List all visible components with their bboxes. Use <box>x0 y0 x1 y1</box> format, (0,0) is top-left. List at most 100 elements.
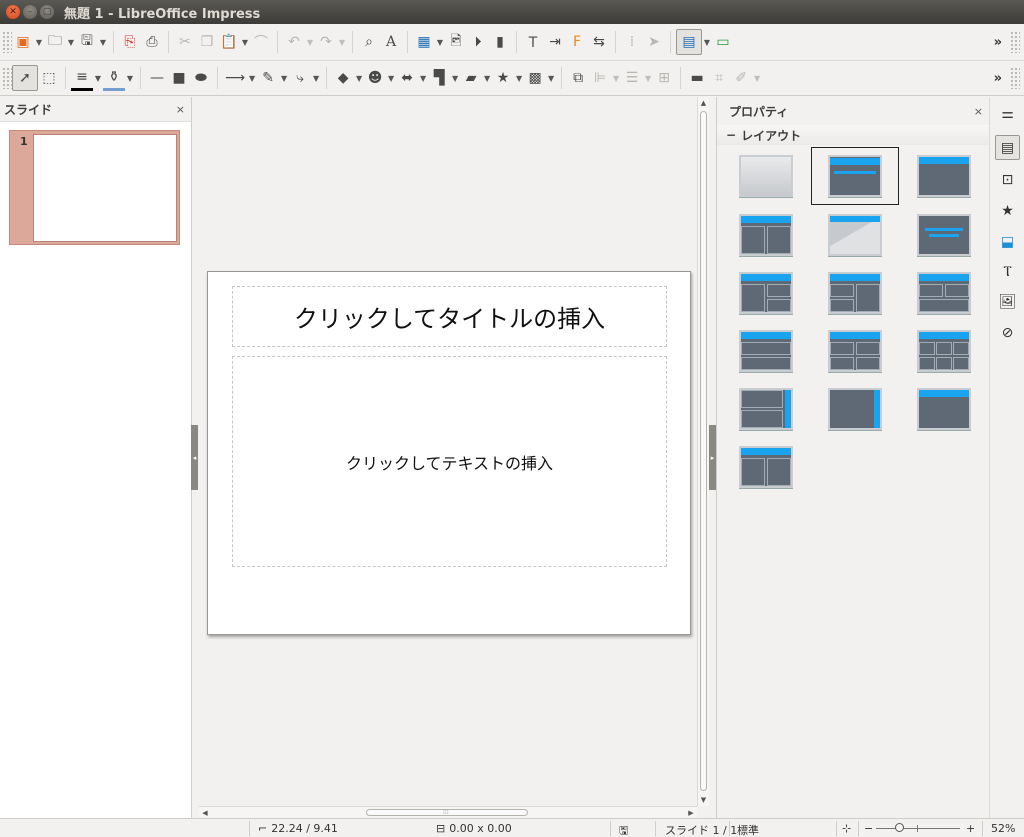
callouts-icon[interactable]: ▰ <box>460 65 482 91</box>
slideshow-icon[interactable]: ▣ <box>12 29 34 55</box>
layout-title-only-centered[interactable] <box>900 206 988 264</box>
redo-dropdown[interactable]: ▼ <box>337 29 347 55</box>
layout-vertical-title-text[interactable] <box>722 380 810 438</box>
layout-title-2-content-content[interactable] <box>811 264 899 322</box>
zoom-slider-knob[interactable] <box>895 823 904 832</box>
helplines-icon[interactable]: ➤ <box>643 29 665 55</box>
right-pane-splitter[interactable]: ▸ <box>709 425 716 490</box>
animation-tab-icon[interactable]: ★ <box>995 198 1020 223</box>
find-replace-icon[interactable]: ⌕ <box>358 29 380 55</box>
curve-dropdown[interactable]: ▼ <box>279 65 289 91</box>
ellipse-icon[interactable]: ⬬ <box>190 65 212 91</box>
copy-icon[interactable]: ❐ <box>196 29 218 55</box>
display-views-dropdown[interactable]: ▼ <box>702 29 712 55</box>
align-dropdown[interactable]: ▼ <box>611 65 621 91</box>
window-close-button[interactable]: ✕ <box>6 5 20 19</box>
fill-color-icon[interactable]: ⚱ <box>103 65 125 91</box>
title-placeholder[interactable]: クリックしてタイトルの挿入 <box>232 286 667 347</box>
chart-icon[interactable]: ▮ <box>489 29 511 55</box>
master-slide-icon[interactable]: ▭ <box>712 29 734 55</box>
layout-vertical-title[interactable] <box>900 380 988 438</box>
fit-slide-icon[interactable]: ⊹ <box>842 822 851 835</box>
layout-section-header[interactable]: − レイアウト <box>717 125 989 145</box>
basic-shapes-icon[interactable]: ◆ <box>332 65 354 91</box>
zoom-level[interactable]: 52% <box>991 822 1015 835</box>
master-layout-name[interactable]: 標準 <box>737 822 759 837</box>
media-icon[interactable]: ⏵ <box>467 29 489 55</box>
layout-vertical-title-2-content[interactable] <box>722 438 810 496</box>
fontwork-icon[interactable]: Ϝ <box>566 29 588 55</box>
layout-vertical-title-text-chart[interactable] <box>811 380 899 438</box>
paste-dropdown[interactable]: ▼ <box>240 29 250 55</box>
collapse-icon[interactable]: − <box>726 128 736 142</box>
toolbar2-grip-end[interactable] <box>1010 67 1020 89</box>
block-arrows-icon[interactable]: ⬌ <box>396 65 418 91</box>
crop-icon[interactable]: ⌗ <box>708 65 730 91</box>
toolbar-grip-end[interactable] <box>1010 31 1020 53</box>
layout-title-only[interactable] <box>900 147 988 205</box>
slide-thumbnail-selected[interactable]: 1 <box>9 130 180 245</box>
connector-icon[interactable]: ⤷ <box>289 65 311 91</box>
zoom-out-button[interactable]: − <box>864 822 873 835</box>
slides-pane-close-icon[interactable]: × <box>176 103 185 116</box>
textbox-icon[interactable]: Ｔ <box>522 29 544 55</box>
layout-title-2-content-over-content[interactable] <box>900 264 988 322</box>
table-dropdown[interactable]: ▼ <box>435 29 445 55</box>
content-placeholder[interactable]: クリックしてテキストの挿入 <box>232 356 667 567</box>
arrange-dropdown[interactable]: ▼ <box>643 65 653 91</box>
navigator-tab-icon[interactable]: ⊘ <box>995 320 1020 345</box>
undo-icon[interactable]: ↶ <box>283 29 305 55</box>
layout-centered-text[interactable] <box>811 206 899 264</box>
stars-dropdown[interactable]: ▼ <box>514 65 524 91</box>
master-slides-tab-icon[interactable]: ⬓ <box>995 229 1020 254</box>
scroll-right-icon[interactable]: ▶ <box>685 807 697 818</box>
layout-title-content[interactable] <box>811 147 899 205</box>
zoom-in-button[interactable]: + <box>966 822 975 835</box>
toolbar-grip[interactable] <box>2 31 12 53</box>
vertical-scrollbar[interactable]: ▲ ▼ <box>697 97 709 806</box>
layout-title-6-content[interactable] <box>900 322 988 380</box>
open-icon[interactable]: 🗀 <box>44 29 66 55</box>
sidebar-menu-icon[interactable]: ⚌ <box>995 101 1020 126</box>
document-modified-icon[interactable]: 🖫 <box>619 822 628 837</box>
arrow-line-icon[interactable]: ⟶ <box>223 65 247 91</box>
distribute-icon[interactable]: ⊞ <box>653 65 675 91</box>
scroll-left-icon[interactable]: ◀ <box>199 807 211 818</box>
basic-shapes-dropdown[interactable]: ▼ <box>354 65 364 91</box>
save-dropdown[interactable]: ▼ <box>98 29 108 55</box>
layout-title-content-over-content[interactable] <box>722 322 810 380</box>
print-icon[interactable]: ⎙ <box>141 29 163 55</box>
cut-icon[interactable]: ✂ <box>174 29 196 55</box>
image-icon[interactable]: 🖻 <box>445 29 467 55</box>
properties-close-icon[interactable]: × <box>974 105 983 118</box>
arrow-line-dropdown[interactable]: ▼ <box>247 65 257 91</box>
left-pane-splitter[interactable]: ◂ <box>191 425 198 490</box>
display-views-icon[interactable]: ▤ <box>676 29 702 55</box>
open-dropdown[interactable]: ▼ <box>66 29 76 55</box>
symbol-shapes-dropdown[interactable]: ▼ <box>386 65 396 91</box>
toolbar-grip[interactable] <box>2 67 12 89</box>
zoom-pan-icon[interactable]: ⬚ <box>38 65 60 91</box>
grid-icon[interactable]: ⁞ <box>621 29 643 55</box>
filter-icon[interactable]: ✐ <box>730 65 752 91</box>
properties-tab-icon[interactable]: ▤ <box>995 135 1020 160</box>
layout-title-content-2-content[interactable] <box>722 264 810 322</box>
rotate-icon[interactable]: ⧉ <box>567 65 589 91</box>
save-icon[interactable]: 🖫 <box>76 29 98 55</box>
slide-thumbnail[interactable] <box>33 134 177 242</box>
slide-canvas[interactable]: クリックしてタイトルの挿入 クリックしてテキストの挿入 <box>207 271 691 635</box>
align-icon[interactable]: ⊫ <box>589 65 611 91</box>
slideshow-dropdown[interactable]: ▼ <box>34 29 44 55</box>
arrange-icon[interactable]: ☰ <box>621 65 643 91</box>
window-minimize-button[interactable]: – <box>23 5 37 19</box>
horizontal-scrollbar[interactable]: ◀ ⁝⁝⁝ ▶ <box>199 806 697 818</box>
curve-icon[interactable]: ✎ <box>257 65 279 91</box>
layout-title-4-content[interactable] <box>811 322 899 380</box>
select-icon[interactable]: ➚ <box>12 65 38 91</box>
slide-transition-tab-icon[interactable]: ⊡ <box>995 167 1020 192</box>
line-color-dropdown[interactable]: ▼ <box>93 65 103 91</box>
redo-icon[interactable]: ↷ <box>315 29 337 55</box>
clone-format-icon[interactable]: ⌒ <box>250 29 272 55</box>
layout-blank-slide[interactable] <box>722 147 810 205</box>
3d-objects-icon[interactable]: ▩ <box>524 65 546 91</box>
